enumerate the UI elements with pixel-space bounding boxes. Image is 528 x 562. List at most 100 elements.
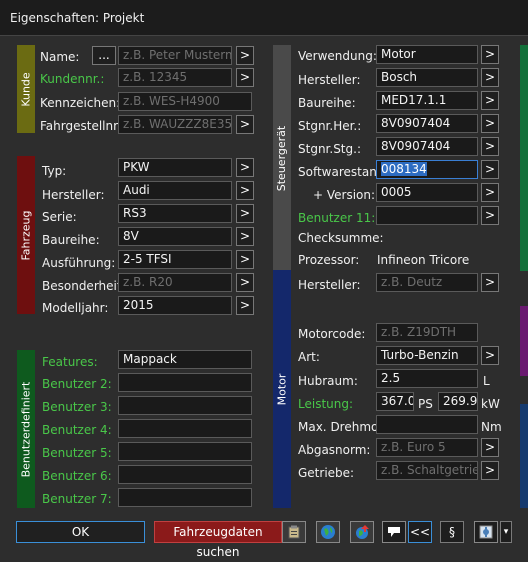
sg-baureihe-input[interactable]: MED17.1.1 [376, 91, 478, 110]
settings-icon[interactable] [474, 521, 498, 543]
fz-baureihe-arrow-button[interactable]: > [236, 227, 254, 246]
typ-arrow-button[interactable]: > [236, 158, 254, 177]
modelljahr-input[interactable]: 2015 [118, 296, 232, 315]
back-button[interactable]: << [408, 521, 432, 543]
besonderheit-arrow-button[interactable]: > [236, 273, 254, 292]
abgasnorm-label: Abgasnorm: [298, 443, 371, 457]
motor-hersteller-label: Hersteller: [298, 278, 361, 292]
benutzer-4-input[interactable] [118, 419, 252, 438]
tab-benutzerdefiniert[interactable]: Benutzerdefiniert [17, 350, 35, 508]
paragraph-button[interactable]: § [440, 521, 464, 543]
globe-icon[interactable] [316, 521, 340, 543]
benutzer-6-input[interactable] [118, 465, 252, 484]
dropdown-button[interactable]: ▾ [500, 521, 512, 543]
tab-fahrzeug[interactable]: Fahrzeug [17, 156, 35, 314]
benutzer-3-input[interactable] [118, 396, 252, 415]
tab-besitzer[interactable] [520, 306, 528, 376]
hubraum-unit: L [483, 374, 490, 388]
benutzer-6-label: Benutzer 6: [42, 469, 112, 483]
fahrgestellnr-label: Fahrgestellnr: [40, 119, 122, 133]
ausfuehrung-label: Ausführung: [42, 256, 116, 270]
abgasnorm-input[interactable]: z.B. Euro 5 [376, 438, 478, 457]
name-input[interactable]: z.B. Peter Mustermann [118, 46, 232, 65]
leistung-kw-input[interactable]: 269.9 [438, 392, 478, 411]
version-arrow-button[interactable]: > [481, 183, 499, 202]
version-input[interactable]: 0005 [376, 183, 478, 202]
stgnr-her-input[interactable]: 8V0907404 [376, 114, 478, 133]
tab-kunde[interactable]: Kunde [17, 45, 35, 133]
verwendung-input[interactable]: Motor [376, 45, 478, 64]
abgasnorm-arrow-button[interactable]: > [481, 438, 499, 457]
getriebe-input[interactable]: z.B. Schaltgetriebe [376, 461, 478, 480]
kundennr-arrow-button[interactable]: > [236, 68, 254, 87]
art-arrow-button[interactable]: > [481, 346, 499, 365]
softwarestand-arrow-button[interactable]: > [481, 160, 499, 179]
globe-upload-icon[interactable] [350, 521, 374, 543]
benutzer-5-input[interactable] [118, 442, 252, 461]
benutzer-11-label: Benutzer 11: [298, 211, 376, 225]
ausfuehrung-input[interactable]: 2-5 TFSI [118, 250, 232, 269]
motorcode-input[interactable]: z.B. Z19DTH [376, 323, 478, 342]
besonderheit-input[interactable]: z.B. R20 [118, 273, 232, 292]
nm-unit: Nm [481, 420, 502, 434]
serie-arrow-button[interactable]: > [236, 204, 254, 223]
serie-input[interactable]: RS3 [118, 204, 232, 223]
drehmoment-input[interactable] [376, 415, 478, 434]
benutzer-2-input[interactable] [118, 373, 252, 392]
verwendung-arrow-button[interactable]: > [481, 45, 499, 64]
leistung-ps-input[interactable]: 367.0 [376, 392, 414, 411]
softwarestand-label: Softwarestand: [298, 165, 389, 179]
ps-unit: PS [418, 397, 433, 411]
sg-baureihe-label: Baureihe: [298, 96, 356, 110]
benutzer-11-arrow-button[interactable]: > [481, 206, 499, 225]
features-label: Features: [42, 355, 98, 369]
tab-projekt[interactable] [520, 45, 528, 271]
title-bar: Eigenschaften: Projekt [0, 0, 528, 36]
fahrzeugdaten-suchen-button[interactable]: Fahrzeugdaten suchen [154, 521, 282, 559]
verwendung-label: Verwendung: [298, 49, 377, 63]
sg-baureihe-arrow-button[interactable]: > [481, 91, 499, 110]
tab-motor[interactable]: Motor [273, 270, 291, 508]
speech-bubble-icon[interactable] [382, 521, 406, 543]
getriebe-arrow-button[interactable]: > [481, 461, 499, 480]
hubraum-input[interactable]: 2.5 [376, 369, 478, 388]
hubraum-label: Hubraum: [298, 374, 358, 388]
motor-hersteller-input[interactable]: z.B. Deutz [376, 273, 478, 292]
modelljahr-arrow-button[interactable]: > [236, 296, 254, 315]
kundennr-label: Kundennr.: [40, 72, 105, 86]
fahrgestellnr-arrow-button[interactable]: > [236, 115, 254, 134]
version-label: + Version: [313, 188, 376, 202]
stgnr-her-arrow-button[interactable]: > [481, 114, 499, 133]
benutzer-2-label: Benutzer 2: [42, 377, 112, 391]
ok-button[interactable]: OK [16, 521, 145, 543]
softwarestand-input[interactable]: 008134 [376, 160, 478, 179]
kundennr-input[interactable]: z.B. 12345 [118, 68, 232, 87]
features-input[interactable]: Mappack [118, 350, 252, 369]
fz-hersteller-label: Hersteller: [42, 188, 105, 202]
benutzer-7-input[interactable] [118, 488, 252, 507]
clipboard-icon[interactable] [282, 521, 306, 543]
fz-hersteller-input[interactable]: Audi [118, 181, 232, 200]
kennzeichen-label: Kennzeichen: [40, 96, 121, 110]
kennzeichen-input[interactable]: z.B. WES-H4900 [118, 92, 252, 111]
stgnr-stg-input[interactable]: 8V0907404 [376, 137, 478, 156]
fz-hersteller-arrow-button[interactable]: > [236, 181, 254, 200]
fz-baureihe-input[interactable]: 8V [118, 227, 232, 246]
softwarestand-value: 008134 [381, 162, 427, 176]
typ-input[interactable]: PKW [118, 158, 232, 177]
sg-hersteller-arrow-button[interactable]: > [481, 68, 499, 87]
name-lookup-button[interactable]: ... [92, 46, 116, 65]
benutzer-11-input[interactable] [376, 206, 478, 225]
besonderheit-label: Besonderheit: [42, 279, 126, 293]
fahrgestellnr-input[interactable]: z.B. WAUZZZ8E35A235 [118, 115, 232, 134]
kw-unit: kW [481, 397, 500, 411]
tab-steuergeraet[interactable]: Steuergerät [273, 45, 291, 271]
sg-hersteller-input[interactable]: Bosch [376, 68, 478, 87]
ausfuehrung-arrow-button[interactable]: > [236, 250, 254, 269]
motor-hersteller-arrow-button[interactable]: > [481, 273, 499, 292]
name-arrow-button[interactable]: > [236, 46, 254, 65]
art-input[interactable]: Turbo-Benzin [376, 346, 478, 365]
tab-kommentare[interactable] [520, 404, 528, 508]
prozessor-value: Infineon Tricore [377, 253, 470, 267]
stgnr-stg-arrow-button[interactable]: > [481, 137, 499, 156]
